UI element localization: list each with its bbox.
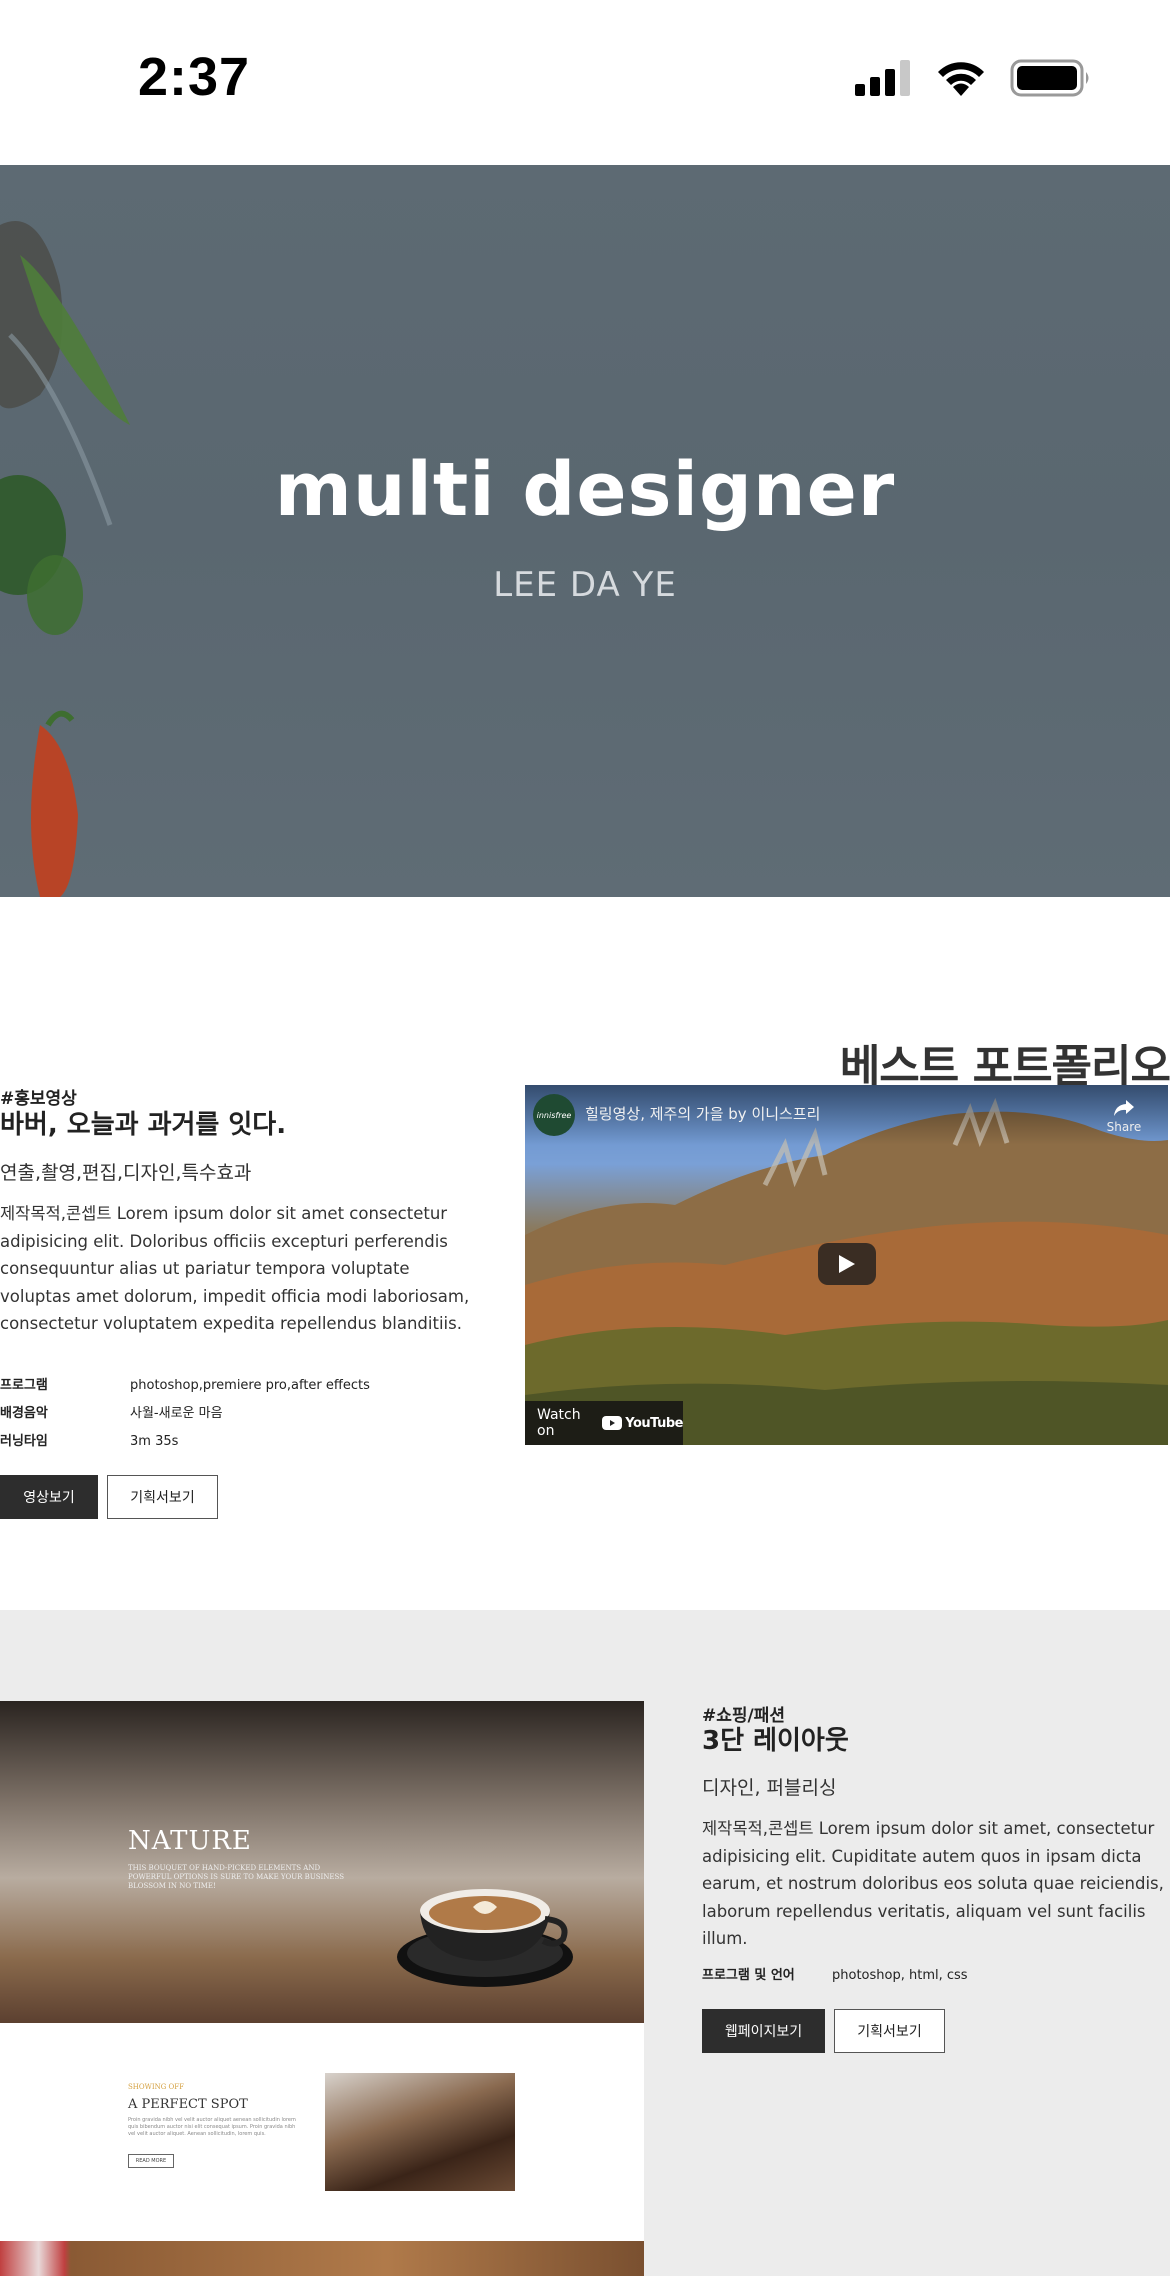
channel-logo[interactable]: innisfree bbox=[533, 1094, 575, 1136]
view-webpage-button[interactable]: 웹페이지보기 bbox=[702, 2009, 825, 2053]
portfolio-description: 제작목적,콘셉트 Lorem ipsum dolor sit amet, con… bbox=[702, 1819, 1164, 1948]
screenshot-footer-image bbox=[0, 2241, 644, 2276]
info-value: photoshop, html, css bbox=[832, 1968, 968, 1983]
screenshot-content: SHOWING OFF A PERFECT SPOT Proin gravida… bbox=[0, 2023, 644, 2241]
hero-banner: multi designer LEE DA YE bbox=[0, 165, 1170, 897]
screenshot-section-text: Proin gravida nibh vel velit auctor aliq… bbox=[128, 2117, 296, 2137]
portfolio-subtitle: 디자인, 퍼블리싱 bbox=[702, 1777, 837, 1799]
screenshot-section-title: A PERFECT SPOT bbox=[128, 2097, 248, 2112]
cellular-signal-icon bbox=[855, 60, 910, 96]
screenshot-read-more: READ MORE bbox=[128, 2154, 174, 2168]
share-button[interactable]: Share bbox=[1104, 1099, 1144, 1134]
info-row-runtime: 러닝타임 3m 35s bbox=[0, 1430, 178, 1449]
share-label: Share bbox=[1106, 1120, 1142, 1134]
portfolio-description: 제작목적,콘셉트 Lorem ipsum dolor sit amet cons… bbox=[0, 1204, 470, 1333]
screenshot-hero: NATURE THIS BOUQUET OF HAND-PICKED ELEME… bbox=[0, 1701, 644, 2023]
status-time: 2:37 bbox=[138, 47, 251, 107]
battery-icon bbox=[1010, 59, 1089, 97]
watch-video-button[interactable]: 영상보기 bbox=[0, 1475, 98, 1519]
youtube-logo: YouTube bbox=[602, 1416, 683, 1431]
info-row-program: 프로그램 및 언어 photoshop, html, css bbox=[702, 1964, 968, 1983]
hero-title: multi designer bbox=[274, 447, 896, 533]
info-value: photoshop,premiere pro,after effects bbox=[130, 1378, 370, 1393]
coffee-cup-image bbox=[397, 1889, 573, 1987]
hero-subtitle: LEE DA YE bbox=[493, 565, 677, 605]
wifi-icon bbox=[938, 62, 984, 96]
info-label: 러닝타임 bbox=[0, 1434, 48, 1449]
share-icon bbox=[1114, 1100, 1134, 1116]
portfolio-subtitle: 연출,촬영,편집,디자인,특수효과 bbox=[0, 1162, 252, 1184]
status-bar: 2:37 bbox=[0, 0, 1170, 165]
youtube-wordmark: YouTube bbox=[625, 1415, 683, 1431]
screenshot-hero-title: NATURE bbox=[128, 1826, 252, 1856]
play-icon bbox=[839, 1255, 855, 1273]
info-label: 프로그램 bbox=[0, 1378, 48, 1393]
portfolio-title: 바버, 오늘과 과거를 잇다. bbox=[0, 1110, 287, 1140]
youtube-embed[interactable]: innisfree 힐링영상, 제주의 가을 by 이니스프리 Share Wa… bbox=[525, 1085, 1168, 1445]
info-row-music: 배경음악 사월-새로운 마음 bbox=[0, 1402, 223, 1421]
info-row-program: 프로그램 photoshop,premiere pro,after effects bbox=[0, 1374, 370, 1393]
info-label: 프로그램 및 언어 bbox=[702, 1968, 795, 1983]
website-screenshot: NATURE THIS BOUQUET OF HAND-PICKED ELEME… bbox=[0, 1701, 644, 2276]
video-title[interactable]: 힐링영상, 제주의 가을 by 이니스프리 bbox=[585, 1103, 820, 1124]
plan-doc-button[interactable]: 기획서보기 bbox=[107, 1475, 218, 1519]
info-value: 사월-새로운 마음 bbox=[130, 1406, 223, 1421]
youtube-icon bbox=[602, 1416, 623, 1430]
coffee-pour-image bbox=[325, 2073, 515, 2191]
plan-doc-button[interactable]: 기획서보기 bbox=[834, 2009, 945, 2053]
portfolio-title: 3단 레이아웃 bbox=[702, 1726, 849, 1756]
play-button[interactable] bbox=[818, 1243, 876, 1285]
watch-on-youtube-button[interactable]: Watch on YouTube bbox=[525, 1401, 683, 1445]
info-value: 3m 35s bbox=[130, 1434, 179, 1449]
screenshot-kicker: SHOWING OFF bbox=[128, 2083, 184, 2091]
info-label: 배경음악 bbox=[0, 1406, 48, 1421]
screenshot-hero-text: THIS BOUQUET OF HAND-PICKED ELEMENTS AND… bbox=[128, 1864, 344, 1890]
watch-on-label: Watch on bbox=[537, 1407, 581, 1439]
